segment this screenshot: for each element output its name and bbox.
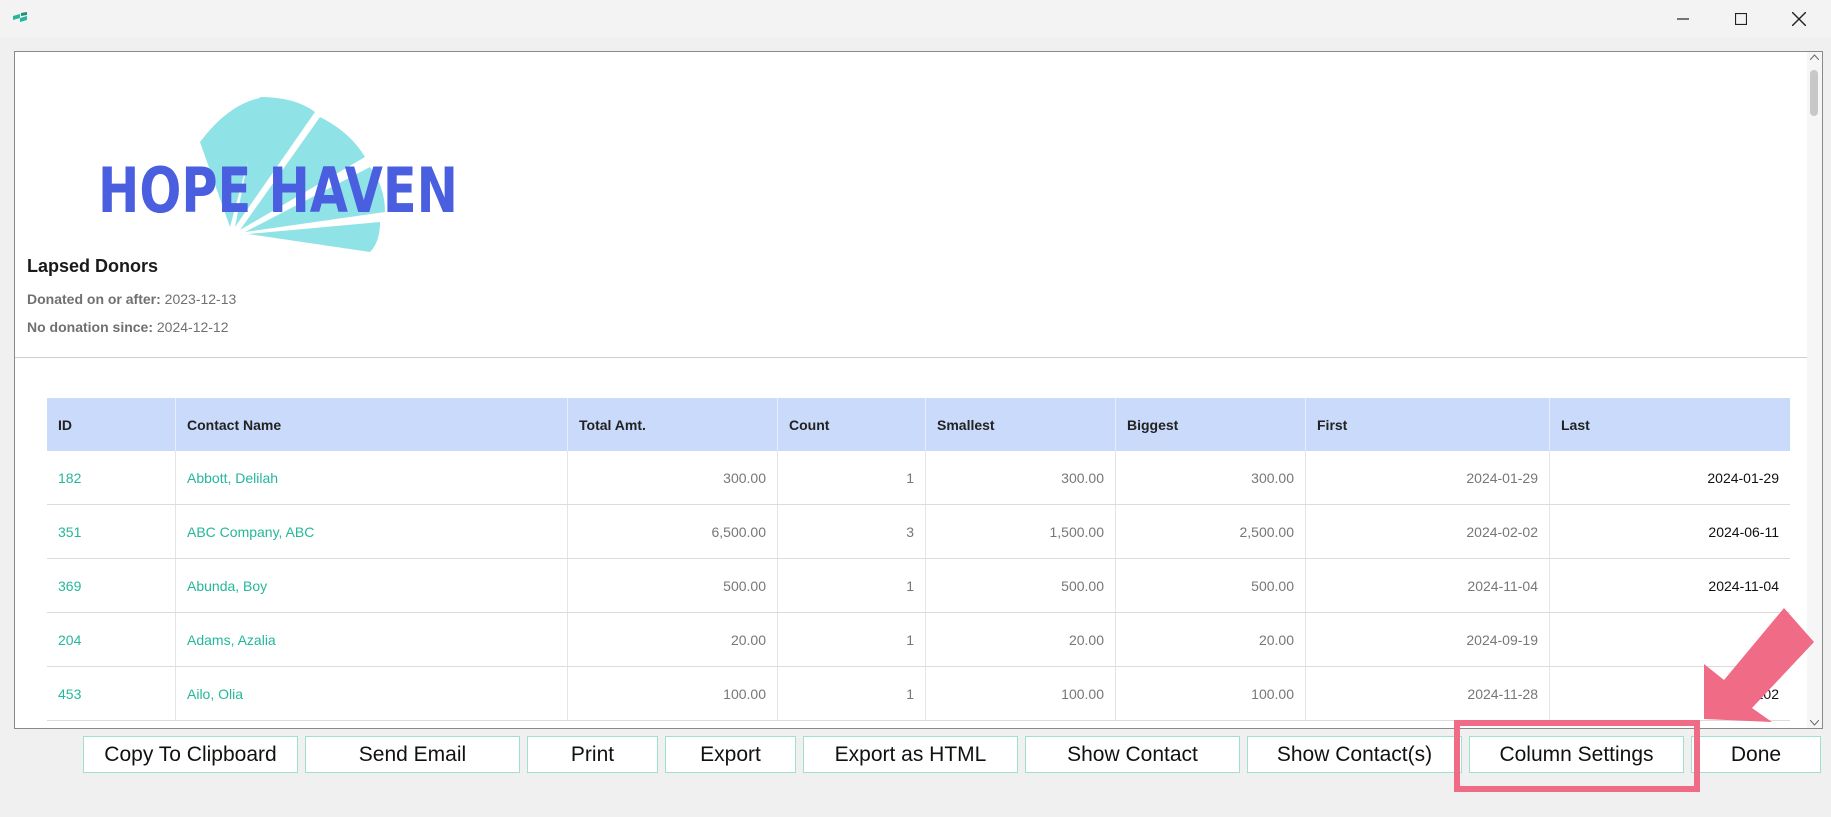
contact-name-link[interactable]: Adams, Azalia: [176, 613, 568, 666]
table-row: 204 Adams, Azalia 20.00 1 20.00 20.00 20…: [47, 613, 1790, 667]
last-cell: 2024-06-11: [1708, 523, 1779, 540]
contact-name-link[interactable]: ABC Company, ABC: [176, 505, 568, 558]
header-last[interactable]: Last: [1550, 398, 1790, 451]
filter-label: No donation since:: [27, 319, 153, 335]
header-contact-name[interactable]: Contact Name: [176, 398, 568, 451]
minimize-button[interactable]: [1654, 0, 1712, 38]
last-cell: 2024-01-29: [1707, 469, 1779, 486]
smallest-cell: 20.00: [926, 613, 1116, 666]
done-button[interactable]: Done: [1691, 736, 1821, 773]
smallest-cell: 300.00: [926, 451, 1116, 504]
show-contact-button[interactable]: Show Contact: [1025, 736, 1240, 773]
header-smallest[interactable]: Smallest: [926, 398, 1116, 451]
filter-no-donation-since: No donation since: 2024-12-12: [27, 319, 229, 335]
biggest-cell: 300.00: [1116, 451, 1306, 504]
smallest-cell: 1,500.00: [926, 505, 1116, 558]
contact-id-link[interactable]: 204: [47, 613, 176, 666]
count-cell: 3: [778, 505, 926, 558]
show-contacts-button[interactable]: Show Contact(s): [1247, 736, 1462, 773]
biggest-cell: 100.00: [1116, 667, 1306, 720]
table-row: 351 ABC Company, ABC 6,500.00 3 1,500.00…: [47, 505, 1790, 559]
export-button[interactable]: Export: [665, 736, 796, 773]
copy-to-clipboard-button[interactable]: Copy To Clipboard: [83, 736, 298, 773]
table-header: ID Contact Name Total Amt. Count Smalles…: [47, 398, 1790, 451]
maximize-icon: [1735, 13, 1747, 25]
header-count[interactable]: Count: [778, 398, 926, 451]
send-email-button[interactable]: Send Email: [305, 736, 520, 773]
header-first[interactable]: First: [1306, 398, 1550, 451]
smallest-cell: 100.00: [926, 667, 1116, 720]
biggest-cell: 500.00: [1116, 559, 1306, 612]
pointer-arrow-icon: [1704, 608, 1814, 722]
filter-label: Donated on or after:: [27, 291, 161, 307]
first-cell: 2024-02-02: [1306, 505, 1550, 558]
scroll-up-icon[interactable]: [1810, 54, 1819, 60]
table-row: 453 Ailo, Olia 100.00 1 100.00 100.00 20…: [47, 667, 1790, 721]
contact-id-link[interactable]: 182: [47, 451, 176, 504]
table-row: 182 Abbott, Delilah 300.00 1 300.00 300.…: [47, 451, 1790, 505]
maximize-button[interactable]: [1712, 0, 1770, 38]
contact-id-link[interactable]: 453: [47, 667, 176, 720]
filter-value: 2023-12-13: [164, 291, 237, 307]
count-cell: 1: [778, 613, 926, 666]
print-button[interactable]: Print: [527, 736, 658, 773]
contact-name-link[interactable]: Abbott, Delilah: [176, 451, 568, 504]
close-button[interactable]: [1770, 0, 1828, 38]
export-as-html-button[interactable]: Export as HTML: [803, 736, 1018, 773]
contact-id-link[interactable]: 351: [47, 505, 176, 558]
total-amt-cell: 6,500.00: [568, 505, 778, 558]
contact-name-link[interactable]: Ailo, Olia: [176, 667, 568, 720]
header-id[interactable]: ID: [47, 398, 176, 451]
header-total-amt[interactable]: Total Amt.: [568, 398, 778, 451]
hope-haven-logo: HOPE HAVEN: [98, 97, 458, 252]
biggest-cell: 20.00: [1116, 613, 1306, 666]
first-cell: 2024-11-04: [1306, 559, 1550, 612]
donors-table: ID Contact Name Total Amt. Count Smalles…: [47, 398, 1790, 721]
close-icon: [1792, 12, 1806, 26]
total-amt-cell: 100.00: [568, 667, 778, 720]
total-amt-cell: 20.00: [568, 613, 778, 666]
biggest-cell: 2,500.00: [1116, 505, 1306, 558]
minimize-icon: [1677, 18, 1689, 20]
app-icon: [13, 12, 27, 22]
first-cell: 2024-09-19: [1306, 613, 1550, 666]
smallest-cell: 500.00: [926, 559, 1116, 612]
filter-donated-after: Donated on or after: 2023-12-13: [27, 291, 236, 307]
report-view: HOPE HAVEN Lapsed Donors Donated on or a…: [14, 51, 1809, 729]
contact-id-link[interactable]: 369: [47, 559, 176, 612]
svg-text:HOPE HAVEN: HOPE HAVEN: [98, 154, 458, 227]
divider: [15, 357, 1808, 358]
window-titlebar: [0, 0, 1831, 38]
filter-value: 2024-12-12: [156, 319, 229, 335]
header-biggest[interactable]: Biggest: [1116, 398, 1306, 451]
count-cell: 1: [778, 667, 926, 720]
first-cell: 2024-01-29: [1306, 451, 1550, 504]
count-cell: 1: [778, 559, 926, 612]
contact-name-link[interactable]: Abunda, Boy: [176, 559, 568, 612]
count-cell: 1: [778, 451, 926, 504]
total-amt-cell: 500.00: [568, 559, 778, 612]
total-amt-cell: 300.00: [568, 451, 778, 504]
table-row: 369 Abunda, Boy 500.00 1 500.00 500.00 2…: [47, 559, 1790, 613]
first-cell: 2024-11-28: [1306, 667, 1550, 720]
scroll-thumb[interactable]: [1810, 70, 1818, 116]
highlight-box: [1454, 720, 1700, 792]
report-title: Lapsed Donors: [27, 256, 159, 276]
